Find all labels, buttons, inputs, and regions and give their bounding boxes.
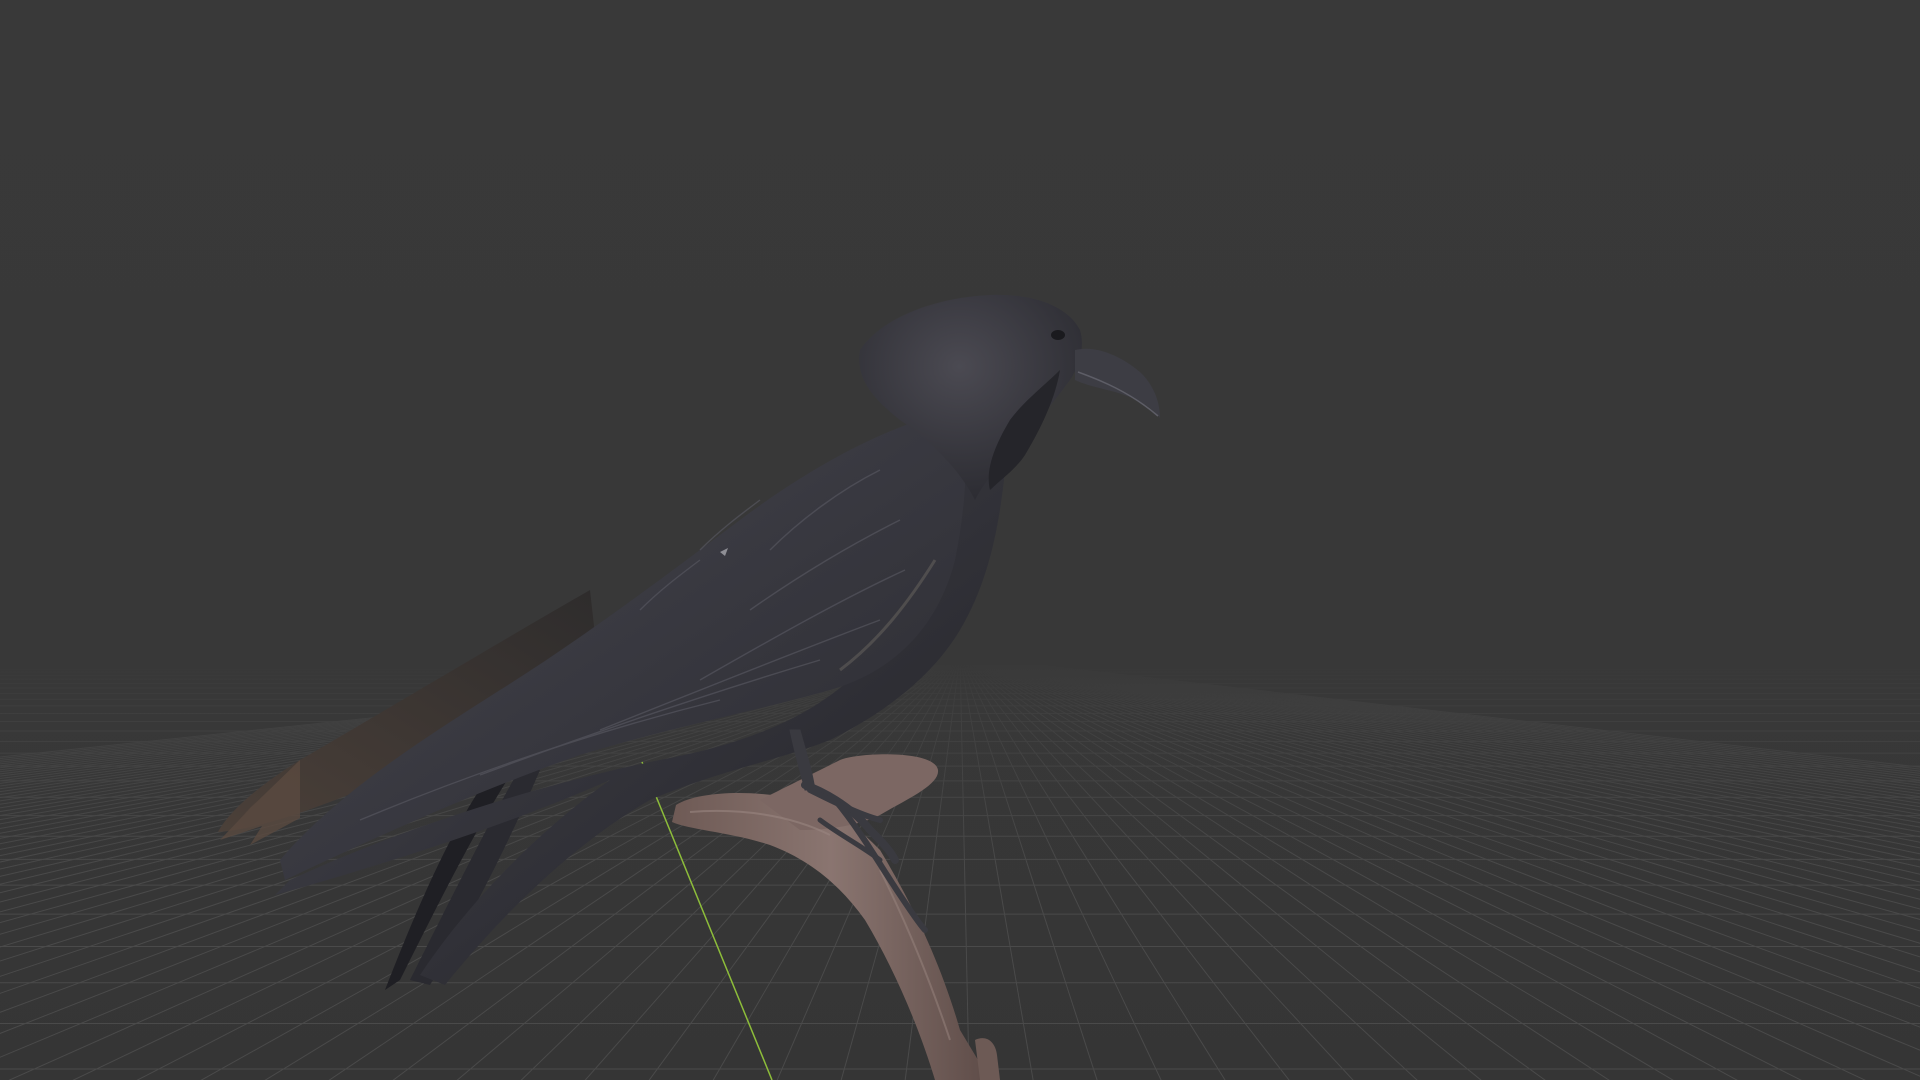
raven-eye [1051,330,1065,340]
viewport-canvas[interactable] [0,0,1920,1080]
3d-viewport[interactable] [0,0,1920,1080]
